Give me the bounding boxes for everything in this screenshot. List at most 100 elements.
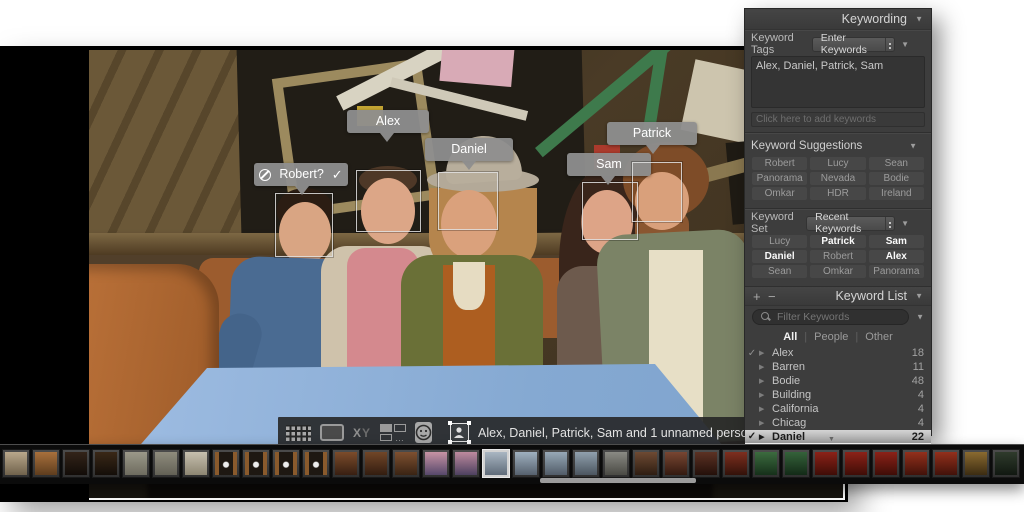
filmstrip-thumbnail-selected[interactable] <box>482 449 510 478</box>
keyword-set-button[interactable]: Omkar <box>810 265 865 278</box>
face-name-label[interactable]: Robert?✓ <box>254 163 348 186</box>
disclosure-triangle-icon[interactable]: ▶ <box>759 433 772 441</box>
filmstrip-thumbnail[interactable] <box>932 449 960 478</box>
keyword-set-button[interactable]: Lucy <box>752 235 807 248</box>
filmstrip-thumbnail[interactable] <box>272 449 300 478</box>
keyword-check-icon[interactable]: ✓ <box>745 431 759 442</box>
filmstrip-thumbnail[interactable] <box>212 449 240 478</box>
face-region-box[interactable] <box>275 193 333 257</box>
keyword-suggestion-button[interactable]: Sean <box>869 157 924 170</box>
filmstrip-thumbnail[interactable] <box>962 449 990 478</box>
keyword-list-row[interactable]: ▶Building4 <box>745 388 931 402</box>
keyword-suggestion-button[interactable]: HDR <box>810 187 865 200</box>
add-keywords-field[interactable]: Click here to add keywords <box>751 112 925 127</box>
filmstrip-thumbnail[interactable] <box>422 449 450 478</box>
face-region-box[interactable] <box>438 172 498 230</box>
collapse-triangle-icon[interactable]: ▼ <box>901 219 909 228</box>
keyword-suggestion-button[interactable]: Panorama <box>752 172 807 185</box>
filmstrip-thumbnail[interactable] <box>152 449 180 478</box>
filmstrip-thumbnail[interactable] <box>572 449 600 478</box>
filmstrip-thumbnail[interactable] <box>32 449 60 478</box>
face-region-box[interactable] <box>582 182 638 240</box>
keyword-set-button[interactable]: Sam <box>869 235 924 248</box>
collapse-triangle-icon[interactable]: ▼ <box>909 142 917 151</box>
filmstrip-thumbnail[interactable] <box>632 449 660 478</box>
face-name-label[interactable]: Alex <box>347 110 429 133</box>
dropdown-spinner-icon[interactable] <box>885 217 894 230</box>
disclosure-triangle-icon[interactable]: ▶ <box>759 419 772 427</box>
grid-view-icon[interactable] <box>286 425 311 441</box>
filmstrip-thumbnail[interactable] <box>662 449 690 478</box>
keyword-set-button[interactable]: Sean <box>752 265 807 278</box>
filmstrip-thumbnail[interactable] <box>452 449 480 478</box>
face-name-label[interactable]: Patrick <box>607 122 697 145</box>
keyword-check-icon[interactable]: ✓ <box>745 348 759 359</box>
survey-view-icon[interactable]: … <box>380 424 406 441</box>
filmstrip-thumbnail[interactable] <box>992 449 1020 478</box>
tab-people[interactable]: People <box>814 331 848 343</box>
reject-name-icon[interactable] <box>259 169 271 181</box>
filmstrip-thumbnail[interactable] <box>62 449 90 478</box>
filter-keywords-input[interactable]: Filter Keywords <box>752 309 909 325</box>
filmstrip-thumbnail[interactable] <box>92 449 120 478</box>
filmstrip-thumbnail[interactable] <box>302 449 330 478</box>
keyword-set-button[interactable]: Alex <box>869 250 924 263</box>
add-keyword-button[interactable]: + <box>753 289 768 304</box>
collapse-triangle-icon[interactable]: ▼ <box>915 9 923 30</box>
keyword-tags-textarea[interactable]: Alex, Daniel, Patrick, Sam <box>751 56 925 108</box>
filmstrip-thumbnail[interactable] <box>2 449 30 478</box>
keyword-suggestion-button[interactable]: Lucy <box>810 157 865 170</box>
filmstrip-thumbnail[interactable] <box>722 449 750 478</box>
keyword-set-button[interactable]: Panorama <box>869 265 924 278</box>
collapse-triangle-icon[interactable]: ▼ <box>916 313 924 322</box>
keyword-suggestion-button[interactable]: Nevada <box>810 172 865 185</box>
keyword-list-row[interactable]: ▶Chicag4 <box>745 416 931 430</box>
collapse-triangle-icon[interactable]: ▼ <box>901 40 909 49</box>
confirm-name-icon[interactable]: ✓ <box>332 163 343 186</box>
face-name-label[interactable]: Daniel <box>425 138 513 161</box>
filmstrip-thumbnail[interactable] <box>392 449 420 478</box>
compare-view-icon[interactable]: XY <box>353 426 371 440</box>
keyword-set-button[interactable]: Robert <box>810 250 865 263</box>
filmstrip-thumbnail[interactable] <box>122 449 150 478</box>
filmstrip-thumbnail[interactable] <box>782 449 810 478</box>
filmstrip-thumbnail[interactable] <box>902 449 930 478</box>
keyword-set-button[interactable]: Patrick <box>810 235 865 248</box>
keyword-suggestion-button[interactable]: Ireland <box>869 187 924 200</box>
keyword-list-row[interactable]: ▶California4 <box>745 402 931 416</box>
people-view-icon[interactable] <box>415 422 432 443</box>
face-region-box[interactable] <box>356 170 421 232</box>
keyword-suggestion-button[interactable]: Omkar <box>752 187 807 200</box>
disclosure-triangle-icon[interactable]: ▶ <box>759 377 772 385</box>
collapse-triangle-icon[interactable]: ▼ <box>915 292 923 301</box>
tab-all[interactable]: All <box>783 331 797 343</box>
filmstrip-thumbnail[interactable] <box>542 449 570 478</box>
remove-keyword-button[interactable]: − <box>768 289 783 304</box>
keywording-header[interactable]: Keywording ▼ <box>745 9 931 30</box>
keyword-suggestion-button[interactable]: Robert <box>752 157 807 170</box>
disclosure-triangle-icon[interactable]: ▶ <box>759 405 772 413</box>
filmstrip-thumbnail[interactable] <box>872 449 900 478</box>
dropdown-spinner-icon[interactable] <box>885 38 894 51</box>
filmstrip-thumbnail[interactable] <box>242 449 270 478</box>
filmstrip-thumbnail[interactable] <box>182 449 210 478</box>
keyword-set-dropdown[interactable]: Recent Keywords <box>806 216 895 231</box>
disclosure-triangle-icon[interactable]: ▶ <box>759 363 772 371</box>
keyword-tags-mode-dropdown[interactable]: Enter Keywords <box>812 37 895 52</box>
face-region-box[interactable] <box>632 162 682 222</box>
panel-resize-handle-icon[interactable]: ▼ <box>828 436 835 443</box>
filmstrip-thumbnail[interactable] <box>362 449 390 478</box>
disclosure-triangle-icon[interactable]: ▶ <box>759 391 772 399</box>
keyword-list-row[interactable]: ✓▶Daniel22 <box>745 430 931 444</box>
filmstrip-thumbnail[interactable] <box>512 449 540 478</box>
loupe-view-icon[interactable] <box>320 424 344 441</box>
tab-other[interactable]: Other <box>865 331 893 343</box>
filmstrip-thumbnail[interactable] <box>842 449 870 478</box>
filmstrip-thumbnail[interactable] <box>752 449 780 478</box>
filmstrip-scrollbar[interactable] <box>540 478 696 483</box>
filmstrip-thumbnail[interactable] <box>812 449 840 478</box>
keyword-list-row[interactable]: ▶Barren11 <box>745 360 931 374</box>
filmstrip-thumbnail[interactable] <box>602 449 630 478</box>
disclosure-triangle-icon[interactable]: ▶ <box>759 349 772 357</box>
filmstrip-thumbnail[interactable] <box>332 449 360 478</box>
